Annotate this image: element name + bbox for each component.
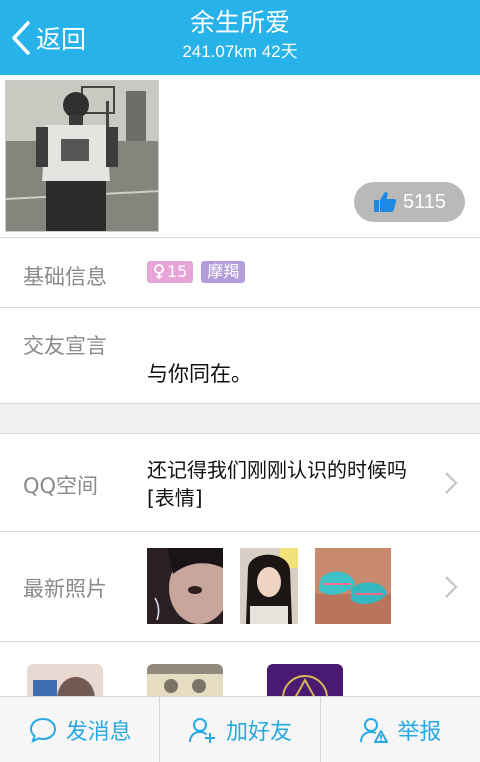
app-thumbnail-2 xyxy=(147,664,223,698)
like-button[interactable]: 5115 xyxy=(354,182,465,222)
female-icon xyxy=(154,264,164,279)
bottom-action-bar: 发消息 加好友 举报 xyxy=(0,696,480,762)
app-thumbnail-3 xyxy=(267,664,343,698)
apps-row xyxy=(0,642,480,698)
photo-3 xyxy=(315,548,391,624)
send-message-button[interactable]: 发消息 xyxy=(0,697,161,762)
report-label: 举报 xyxy=(397,719,442,745)
basic-info-tags: 15 摩羯 xyxy=(147,261,246,283)
photo-thumbnail[interactable] xyxy=(147,548,223,624)
page-title: 余生所爱 xyxy=(189,8,290,37)
zodiac-badge: 摩羯 xyxy=(201,261,246,283)
app-thumbnail[interactable] xyxy=(27,664,103,698)
gender-age-badge: 15 xyxy=(147,261,194,283)
basic-info-row: 基础信息 15 摩羯 xyxy=(0,238,480,308)
qzone-latest-post: 还记得我们刚刚认识的时候吗 [表情] xyxy=(147,458,407,510)
add-user-icon xyxy=(188,717,215,743)
profile-section: 5115 xyxy=(0,75,480,238)
motto-row: 交友宣言 与你同在。 xyxy=(0,308,480,404)
age-value: 15 xyxy=(167,262,188,281)
photos-row[interactable]: 最新照片 xyxy=(0,532,480,642)
section-divider xyxy=(0,404,480,434)
report-button[interactable]: 举报 xyxy=(321,697,480,762)
add-friend-label: 加好友 xyxy=(225,719,292,745)
send-message-label: 发消息 xyxy=(65,719,132,745)
thumbs-up-icon xyxy=(373,192,397,212)
header-bar: 返回 余生所爱 241.07km 42天 xyxy=(0,0,480,75)
motto-label: 交友宣言 xyxy=(23,334,107,358)
chevron-right-icon xyxy=(445,472,458,494)
report-user-icon xyxy=(360,717,389,743)
chevron-right-icon xyxy=(445,576,458,598)
distance-days: 241.07km 42天 xyxy=(182,42,298,61)
photo-1 xyxy=(147,548,223,624)
title-block: 余生所爱 241.07km 42天 xyxy=(0,8,480,63)
basic-info-label: 基础信息 xyxy=(23,265,107,289)
motto-text: 与你同在。 xyxy=(147,362,252,386)
avatar-photo xyxy=(6,81,158,231)
photo-2 xyxy=(240,548,298,624)
photos-label: 最新照片 xyxy=(23,577,107,601)
photo-thumbnail[interactable] xyxy=(240,548,298,624)
app-thumbnail[interactable] xyxy=(147,664,223,698)
chat-bubble-icon xyxy=(29,717,56,743)
qzone-label: QQ空间 xyxy=(23,474,99,498)
like-count: 5115 xyxy=(402,190,446,213)
add-friend-button[interactable]: 加好友 xyxy=(160,697,321,762)
photo-thumbnail[interactable] xyxy=(315,548,391,624)
avatar[interactable] xyxy=(5,80,159,232)
app-thumbnail-1 xyxy=(27,664,103,698)
app-thumbnail[interactable] xyxy=(267,664,343,698)
qzone-row[interactable]: QQ空间 还记得我们刚刚认识的时候吗 [表情] xyxy=(0,434,480,532)
